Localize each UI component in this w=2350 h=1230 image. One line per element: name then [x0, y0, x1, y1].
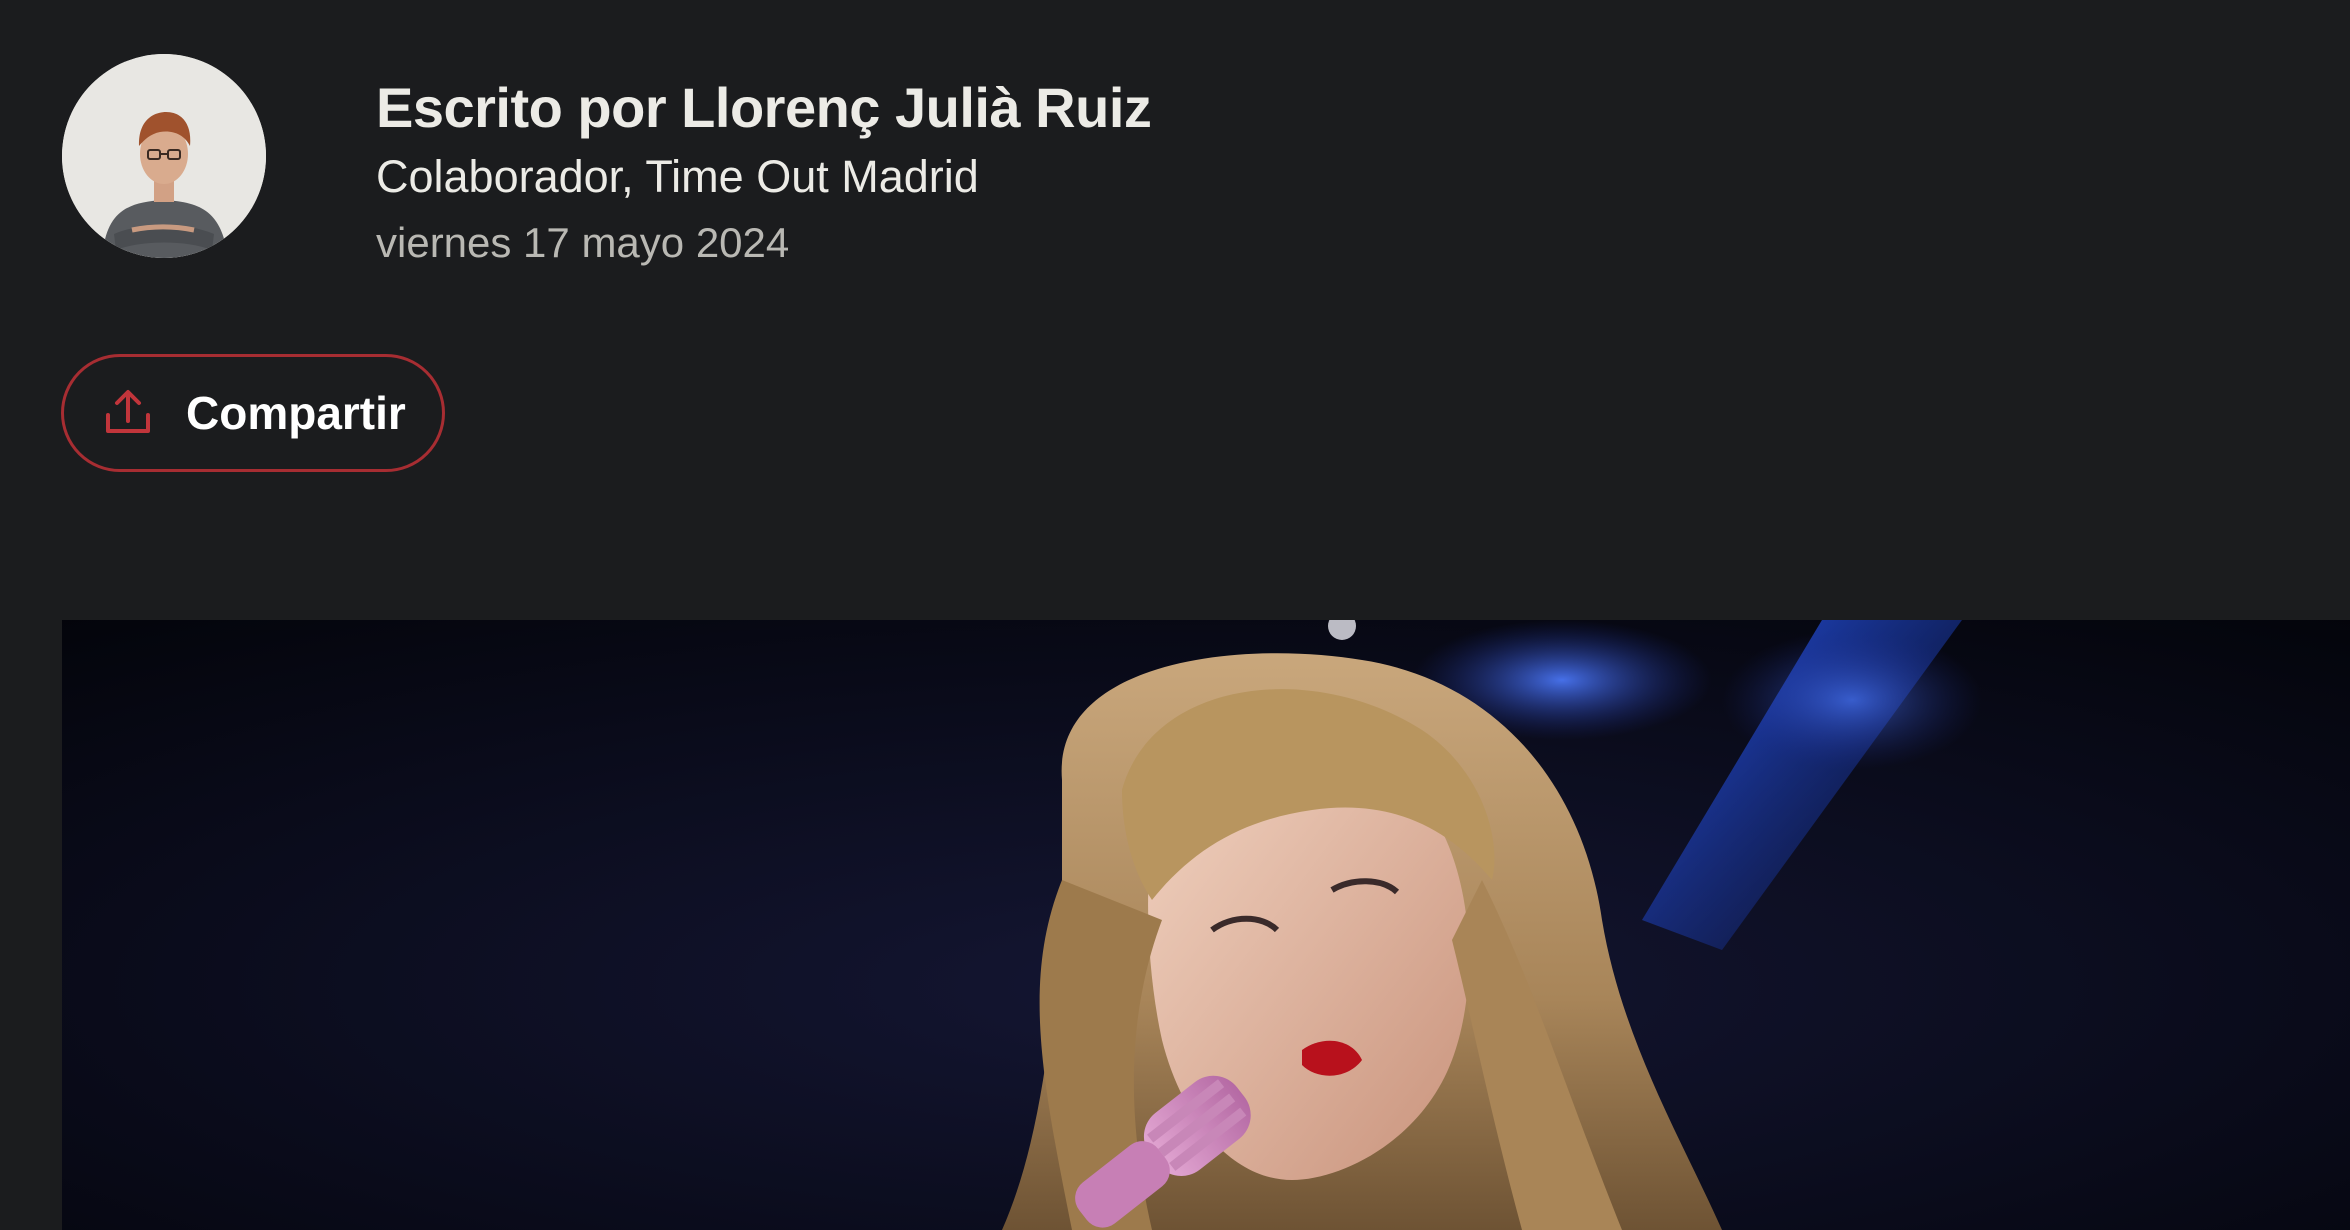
author-role: Colaborador, Time Out Madrid [376, 151, 979, 202]
share-button[interactable]: Compartir [61, 354, 445, 472]
author-name[interactable]: Escrito por Llorenç Julià Ruiz [376, 74, 1152, 142]
author-avatar[interactable] [62, 54, 266, 258]
author-details: Escrito por Llorenç Julià Ruiz Colaborad… [376, 74, 1152, 274]
author-avatar-image [62, 54, 266, 258]
article-page: Escrito por Llorenç Julià Ruiz Colaborad… [0, 0, 2350, 1230]
share-upload-icon [106, 390, 150, 433]
concert-photo [62, 620, 2350, 1230]
share-button-label: Compartir [186, 387, 406, 439]
author-byline: Escrito por Llorenç Julià Ruiz Colaborad… [62, 54, 1152, 274]
hero-image [62, 620, 2350, 1230]
publish-date: viernes 17 mayo 2024 [376, 219, 790, 266]
